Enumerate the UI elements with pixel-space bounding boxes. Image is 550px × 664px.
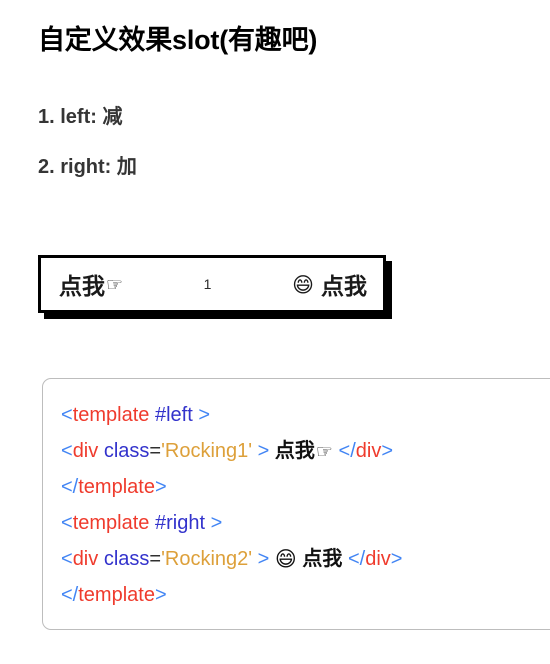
code-token-value: 'Rocking2' [161, 548, 253, 570]
code-token-tag: div [365, 548, 391, 570]
list-item-marker: 1. [38, 106, 55, 128]
list-item-marker: 2. [38, 156, 55, 178]
page-title: 自定义效果slot(有趣吧) [38, 25, 318, 55]
code-token-equals: = [149, 440, 162, 462]
pointing-hand-icon: ☞ [106, 274, 124, 296]
code-line: </template> [61, 469, 550, 505]
list-item-label: left: 减 [60, 106, 123, 128]
increment-label: 点我 [321, 273, 367, 299]
code-token-punctuation: > [210, 512, 223, 534]
code-token-equals: = [149, 548, 162, 570]
code-token-punctuation: < [61, 404, 73, 426]
code-token-text: 点我 [274, 440, 315, 462]
code-token-attribute: #left [154, 404, 193, 426]
feature-list: 1. left: 减 2. right: 加 [38, 104, 137, 204]
grinning-face-icon: 😄 [274, 548, 297, 571]
code-line: <template #right > [61, 505, 550, 541]
code-token-punctuation: > [154, 476, 167, 498]
decrement-label: 点我 [59, 273, 105, 299]
list-item: 1. left: 减 [38, 104, 137, 130]
counter-display: 1 [204, 276, 212, 292]
list-item: 2. right: 加 [38, 154, 137, 180]
code-token-punctuation: </ [61, 476, 79, 498]
code-token-tag: template [78, 584, 155, 606]
code-token-punctuation: > [198, 404, 211, 426]
code-token-attribute: #right [154, 512, 205, 534]
code-token-punctuation: > [381, 440, 394, 462]
pointing-hand-icon: ☞ [315, 442, 333, 463]
code-token-tag: template [72, 512, 150, 534]
code-token-attribute: class [103, 440, 150, 462]
code-token-value: 'Rocking1' [161, 440, 253, 462]
code-token-punctuation: </ [61, 584, 79, 606]
code-token-punctuation: > [257, 440, 270, 462]
code-token-punctuation: < [61, 440, 73, 462]
code-token-attribute: class [103, 548, 150, 570]
code-token-punctuation: > [257, 548, 270, 570]
code-token-punctuation: </ [338, 440, 356, 462]
code-line: </template> [61, 577, 550, 613]
counter-value: 1 [203, 276, 212, 292]
code-token-punctuation: > [154, 584, 167, 606]
code-token-tag: template [78, 476, 155, 498]
code-snippet-block: <template #left > <div class='Rocking1' … [42, 378, 550, 630]
code-token-tag: div [72, 548, 99, 570]
list-item-label: right: 加 [60, 156, 137, 178]
code-line: <template #left > [61, 397, 550, 433]
decrement-button[interactable]: 点我 ☞ [41, 267, 123, 301]
code-line: <div class='Rocking1' > 点我☞ </div> [61, 433, 550, 469]
code-token-punctuation: </ [347, 548, 366, 570]
code-line: <div class='Rocking2' > 😄 点我 </div> [61, 541, 550, 577]
code-token-tag: template [72, 404, 150, 426]
increment-button[interactable]: 😄 点我 [292, 267, 383, 301]
code-token-tag: div [355, 440, 382, 462]
code-token-punctuation: > [390, 548, 403, 570]
page-root: 自定义效果slot(有趣吧) 1. left: 减 2. right: 加 点我… [0, 0, 550, 664]
code-token-punctuation: < [61, 512, 73, 534]
slot-widget[interactable]: 点我 ☞ 1 😄 点我 [38, 255, 386, 313]
code-token-punctuation: < [61, 548, 73, 570]
code-token-tag: div [72, 440, 99, 462]
code-token-text: 点我 [302, 548, 343, 570]
grinning-face-icon: 😄 [292, 273, 314, 297]
